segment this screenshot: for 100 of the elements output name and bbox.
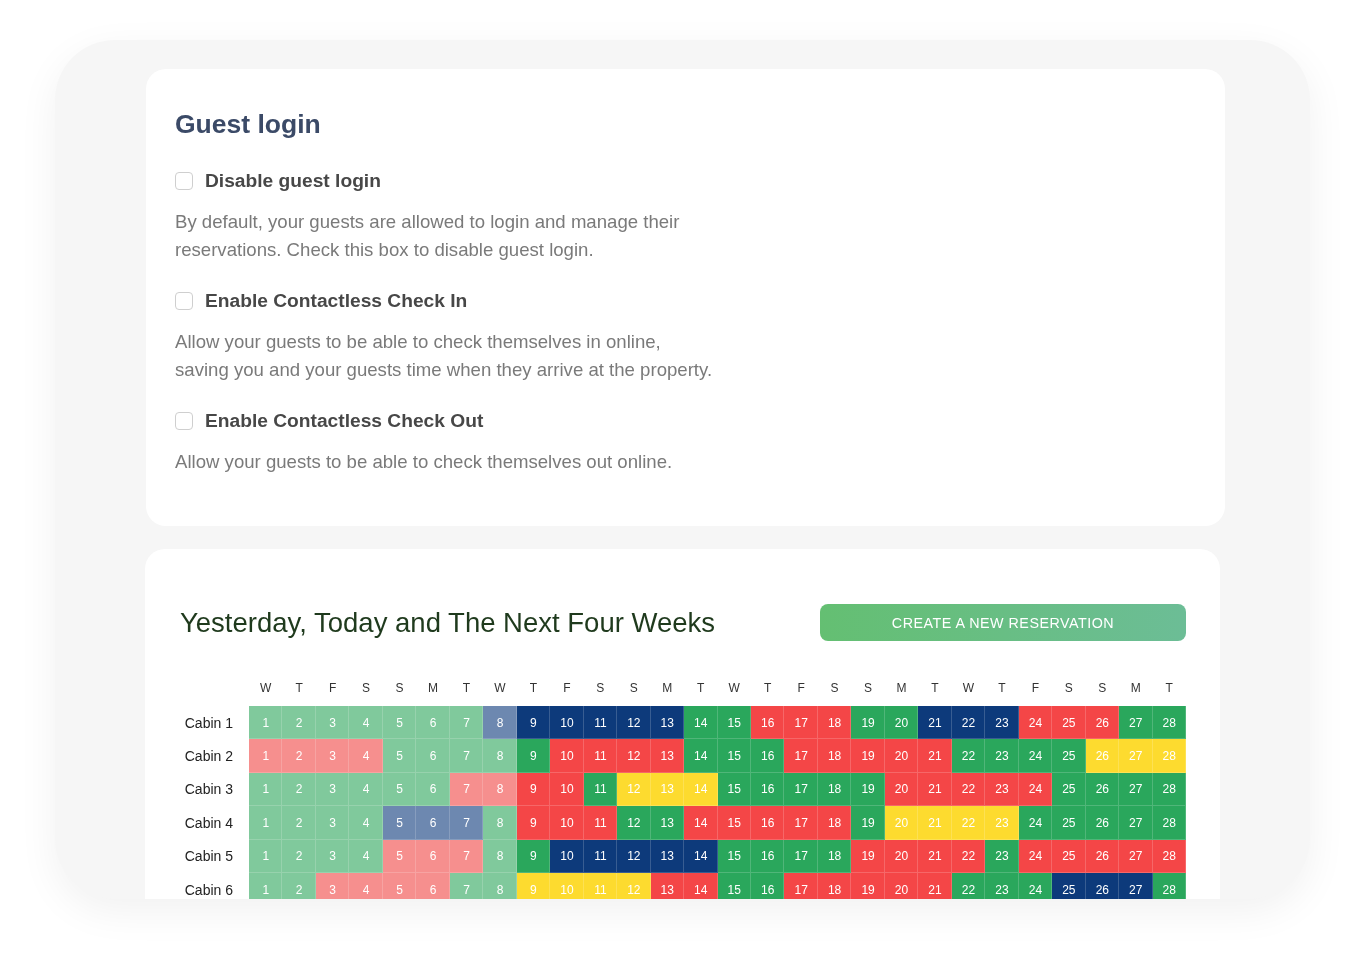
checkbox[interactable] bbox=[175, 172, 193, 190]
day-cell: 8 bbox=[483, 806, 517, 840]
day-cell: 12 bbox=[617, 772, 651, 807]
day-cell: 16 bbox=[750, 739, 785, 773]
day-cell: 24 bbox=[1018, 706, 1053, 740]
day-cell: 11 bbox=[583, 706, 618, 740]
day-cell: 25 bbox=[1052, 806, 1086, 840]
day-cell: 17 bbox=[784, 772, 818, 807]
day-cell: 7 bbox=[449, 739, 484, 773]
weekday-label: T bbox=[763, 680, 773, 697]
day-cell: 22 bbox=[951, 806, 986, 840]
day-cell: 18 bbox=[817, 739, 852, 773]
day-cell: 5 bbox=[382, 806, 417, 840]
day-cell: 20 bbox=[884, 706, 919, 740]
day-cell: 3 bbox=[315, 806, 350, 840]
weekday-label: S bbox=[863, 680, 874, 697]
day-cell: 21 bbox=[918, 772, 952, 807]
day-cell: 21 bbox=[918, 739, 952, 773]
day-cell: 1 bbox=[249, 872, 283, 899]
option-description: Allow your guests to be able to check themselves in online, saving you and your guests time when they arrive at the property. bbox=[175, 330, 714, 382]
day-cell: 16 bbox=[750, 706, 785, 740]
weekday-label: F bbox=[328, 680, 338, 697]
day-cell: 4 bbox=[349, 772, 383, 807]
day-cell: 13 bbox=[650, 806, 685, 840]
day-cell: 10 bbox=[550, 806, 584, 840]
day-cell: 23 bbox=[985, 739, 1019, 773]
day-cell: 6 bbox=[416, 739, 450, 773]
day-cell: 4 bbox=[349, 839, 383, 873]
weekday-label: S bbox=[628, 680, 639, 697]
weekday-label: F bbox=[1030, 680, 1041, 697]
day-cell: 16 bbox=[750, 806, 785, 840]
day-cell: 14 bbox=[684, 872, 718, 899]
day-cell: 19 bbox=[851, 739, 885, 773]
checkbox[interactable] bbox=[175, 292, 193, 310]
day-cell: 11 bbox=[583, 739, 618, 773]
day-cell: 18 bbox=[817, 706, 852, 740]
day-cell: 12 bbox=[617, 839, 651, 873]
day-cell: 12 bbox=[617, 806, 651, 840]
weekday-label: M bbox=[895, 680, 908, 697]
day-cell: 13 bbox=[650, 739, 685, 773]
day-cell: 21 bbox=[918, 872, 952, 899]
day-cell: 10 bbox=[550, 772, 584, 807]
weekday-label: W bbox=[727, 680, 741, 697]
weekday-label: S bbox=[595, 680, 606, 697]
weekday-label: S bbox=[1097, 680, 1108, 697]
day-cell: 10 bbox=[550, 839, 584, 873]
day-cell: 9 bbox=[516, 706, 551, 740]
calendar-title: Yesterday, Today and The Next Four Weeks bbox=[180, 605, 716, 640]
day-cell: 10 bbox=[550, 706, 584, 740]
day-cell: 5 bbox=[382, 739, 417, 773]
day-cell: 23 bbox=[985, 772, 1019, 807]
day-cell: 9 bbox=[516, 806, 551, 840]
day-cell: 14 bbox=[684, 839, 718, 873]
day-cell: 23 bbox=[985, 806, 1019, 840]
day-cell: 8 bbox=[483, 872, 517, 899]
day-cell: 8 bbox=[483, 706, 517, 740]
day-cell: 25 bbox=[1052, 772, 1086, 807]
day-cell: 21 bbox=[918, 839, 952, 873]
checkbox[interactable] bbox=[175, 412, 193, 430]
day-cell: 2 bbox=[282, 772, 316, 807]
weekday-label: W bbox=[259, 680, 273, 697]
weekday-label: M bbox=[661, 680, 674, 697]
day-cell: 27 bbox=[1119, 739, 1153, 773]
day-cell: 26 bbox=[1085, 706, 1120, 740]
day-cell: 6 bbox=[416, 772, 450, 807]
weekday-label: F bbox=[796, 680, 806, 697]
day-cell: 2 bbox=[282, 872, 316, 899]
day-cell: 19 bbox=[851, 706, 885, 740]
create-reservation-button[interactable]: CREATE A NEW RESERVATION bbox=[820, 604, 1186, 641]
weekday-label: T bbox=[1164, 680, 1174, 697]
weekday-label: T bbox=[461, 680, 472, 697]
day-cell: 8 bbox=[483, 739, 517, 773]
weekday-label: S bbox=[829, 680, 840, 697]
weekday-label: W bbox=[961, 680, 976, 697]
day-cell: 18 bbox=[817, 806, 852, 840]
option-label: Enable Contactless Check Out bbox=[205, 409, 484, 433]
weekday-label: T bbox=[294, 680, 304, 697]
day-cell: 14 bbox=[684, 739, 718, 773]
day-cell: 24 bbox=[1018, 806, 1053, 840]
day-cell: 6 bbox=[416, 839, 450, 873]
day-cell: 28 bbox=[1152, 806, 1186, 840]
day-cell: 7 bbox=[449, 706, 484, 740]
day-cell: 11 bbox=[583, 806, 618, 840]
day-cell: 17 bbox=[784, 839, 818, 873]
day-cell: 23 bbox=[985, 872, 1019, 899]
cabin-label: Cabin 4 bbox=[183, 813, 234, 833]
day-cell: 4 bbox=[349, 872, 383, 899]
day-cell: 1 bbox=[249, 706, 283, 740]
day-cell: 10 bbox=[550, 872, 584, 899]
day-cell: 1 bbox=[249, 739, 283, 773]
day-cell: 24 bbox=[1018, 739, 1053, 773]
day-cell: 21 bbox=[918, 706, 952, 740]
weekday-label: T bbox=[696, 680, 706, 697]
day-cell: 15 bbox=[717, 739, 751, 773]
cabin-label: Cabin 6 bbox=[183, 880, 234, 899]
day-cell: 4 bbox=[349, 739, 383, 773]
day-cell: 14 bbox=[684, 706, 718, 740]
day-cell: 3 bbox=[315, 739, 350, 773]
weekday-label: T bbox=[528, 680, 539, 697]
day-cell: 6 bbox=[416, 872, 450, 899]
